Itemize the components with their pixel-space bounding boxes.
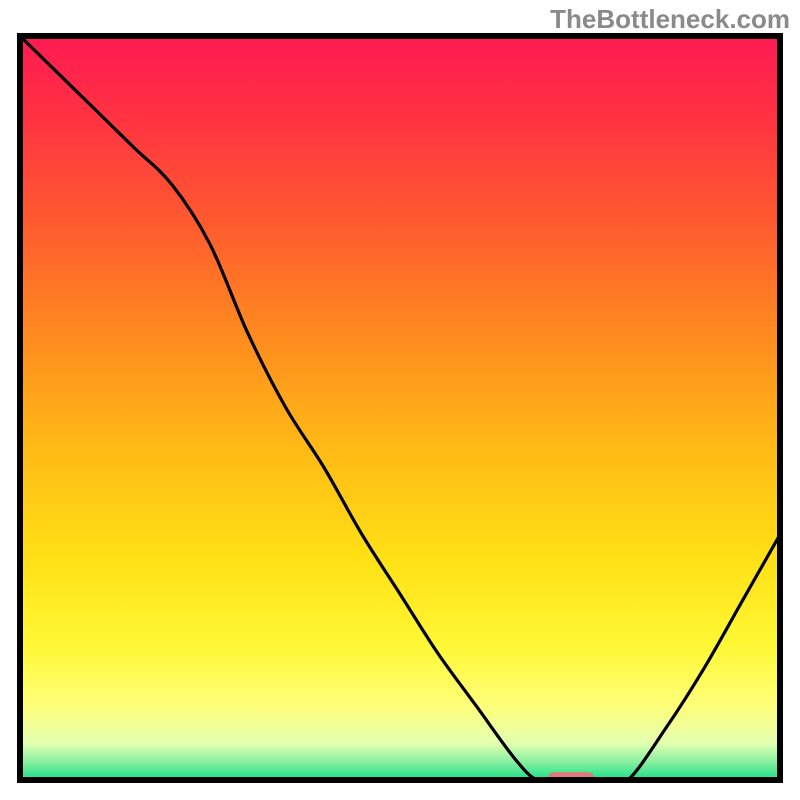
watermark-text: TheBottleneck.com — [550, 4, 790, 35]
bottleneck-chart: TheBottleneck.com — [0, 0, 800, 800]
chart-svg — [0, 0, 800, 800]
plot-area — [20, 36, 780, 784]
